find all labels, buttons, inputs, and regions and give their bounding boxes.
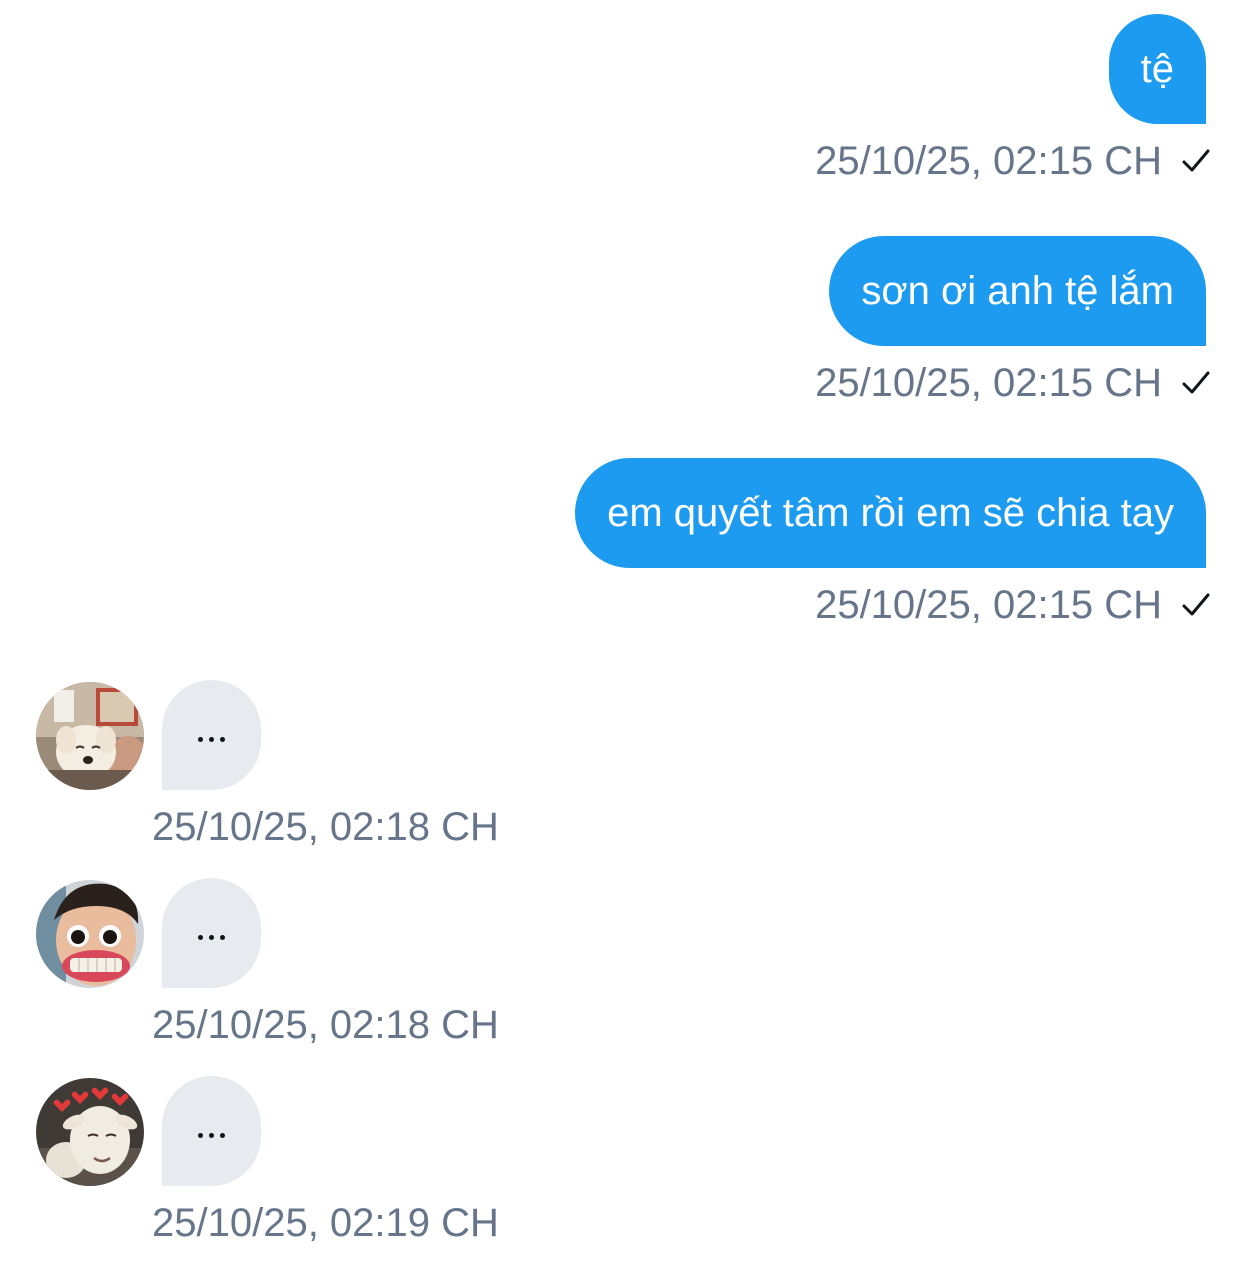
message-meta: 25/10/25, 02:15 CH	[815, 136, 1214, 186]
sent-message-bubble[interactable]: tệ	[1108, 14, 1206, 124]
typing-indicator-bubble	[162, 878, 261, 988]
avatar-goat[interactable]	[36, 1078, 144, 1186]
message-timestamp: 25/10/25, 02:18 CH	[152, 805, 499, 849]
check-icon	[1182, 149, 1210, 172]
check-icon	[1182, 593, 1210, 616]
sent-message-bubble[interactable]: sơn ơi anh tệ lắm	[829, 236, 1206, 346]
message-meta: 25/10/25, 02:15 CH	[815, 580, 1214, 630]
sent-message-bubble[interactable]: em quyết tâm rồi em sẽ chia tay	[575, 458, 1206, 568]
message-timestamp: 25/10/25, 02:18 CH	[152, 1003, 499, 1047]
message-meta: 25/10/25, 02:15 CH	[815, 358, 1214, 408]
typing-indicator-bubble	[162, 680, 261, 790]
message-timestamp: 25/10/25, 02:15 CH	[815, 138, 1162, 183]
typing-dots	[198, 1132, 225, 1138]
avatar-boy[interactable]	[36, 880, 144, 988]
typing-dots	[198, 736, 225, 742]
typing-dots	[198, 934, 225, 940]
avatar-puppy[interactable]	[36, 682, 144, 790]
message-timestamp: 25/10/25, 02:19 CH	[152, 1201, 499, 1245]
message-timestamp: 25/10/25, 02:15 CH	[815, 360, 1162, 405]
message-timestamp: 25/10/25, 02:15 CH	[815, 582, 1162, 627]
typing-indicator-bubble	[162, 1076, 261, 1186]
check-icon	[1182, 371, 1210, 394]
